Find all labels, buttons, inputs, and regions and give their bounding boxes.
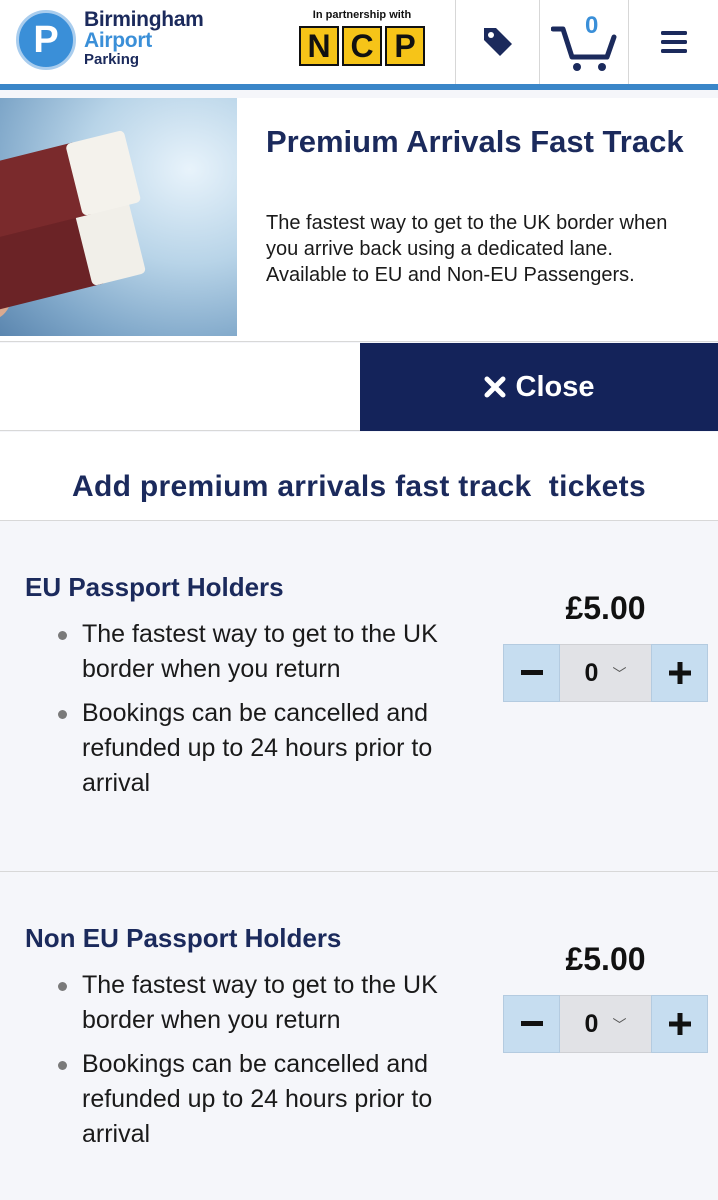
basket-button[interactable]: 0 xyxy=(539,0,628,84)
ticket-title: Non EU Passport Holders xyxy=(25,923,342,953)
quantity-stepper: 0 ﹀ xyxy=(503,995,708,1053)
chevron-down-icon: ﹀ xyxy=(612,1017,627,1033)
chevron-down-icon: ﹀ xyxy=(612,666,627,682)
close-icon xyxy=(484,376,505,398)
eu-passport-section: EU Passport Holders The fastest way to g… xyxy=(0,522,718,872)
minus-icon xyxy=(520,1021,543,1026)
close-row: Close xyxy=(0,343,718,431)
parking-p-icon: P xyxy=(16,10,76,70)
logo-line-birmingham: Birmingham xyxy=(84,8,204,31)
offers-button[interactable] xyxy=(455,0,539,84)
list-item: The fastest way to get to the UK border … xyxy=(58,617,478,687)
birmingham-airport-parking-logo[interactable]: P Birmingham Airport Parking xyxy=(16,9,216,73)
close-button[interactable]: Close xyxy=(360,343,718,431)
list-item: Bookings can be cancelled and refunded u… xyxy=(58,1047,478,1152)
ncp-logo: N C P xyxy=(299,26,428,66)
decrease-button[interactable] xyxy=(503,995,560,1053)
ticket-bullets: The fastest way to get to the UK border … xyxy=(58,968,478,1161)
partnership-text: In partnership with xyxy=(312,9,412,21)
passport-tickets-image xyxy=(0,98,237,336)
decrease-button[interactable] xyxy=(503,644,560,702)
add-tickets-heading: Add premium arrivals fast track tickets xyxy=(72,470,646,503)
product-title: Premium Arrivals Fast Track xyxy=(266,124,684,159)
product-card: Premium Arrivals Fast Track The fastest … xyxy=(0,98,718,342)
quantity-stepper: 0 ﹀ xyxy=(503,644,708,702)
plus-icon xyxy=(668,662,691,684)
increase-button[interactable] xyxy=(651,644,708,702)
menu-icon xyxy=(660,31,687,53)
plus-icon xyxy=(668,1013,691,1035)
menu-button[interactable] xyxy=(628,0,718,84)
add-tickets-heading-row: Add premium arrivals fast track tickets xyxy=(0,432,718,521)
product-description: The fastest way to get to the UK border … xyxy=(266,212,668,286)
ticket-price: £5.00 xyxy=(565,941,646,977)
list-item: Bookings can be cancelled and refunded u… xyxy=(58,696,478,801)
ncp-partnership-badge: In partnership with N C P xyxy=(298,9,428,66)
list-item: The fastest way to get to the UK border … xyxy=(58,968,478,1038)
quantity-value: 0 xyxy=(584,1009,599,1038)
logo-line-parking: Parking xyxy=(84,51,140,68)
logo-line-airport: Airport xyxy=(84,29,152,52)
quantity-value: 0 xyxy=(584,658,599,687)
ticket-price: £5.00 xyxy=(565,590,646,626)
quantity-select[interactable]: 0 ﹀ xyxy=(560,995,651,1053)
site-header: P Birmingham Airport Parking In partners… xyxy=(0,0,718,90)
cart-icon xyxy=(551,26,617,71)
minus-icon xyxy=(520,670,543,675)
non-eu-passport-section: Non EU Passport Holders The fastest way … xyxy=(0,873,718,1200)
increase-button[interactable] xyxy=(651,995,708,1053)
ticket-title: EU Passport Holders xyxy=(25,572,284,602)
ticket-bullets: The fastest way to get to the UK border … xyxy=(58,617,478,810)
cart-count: 0 xyxy=(585,12,599,39)
close-button-label: Close xyxy=(515,370,595,403)
tag-icon xyxy=(483,28,512,56)
quantity-select[interactable]: 0 ﹀ xyxy=(560,644,651,702)
